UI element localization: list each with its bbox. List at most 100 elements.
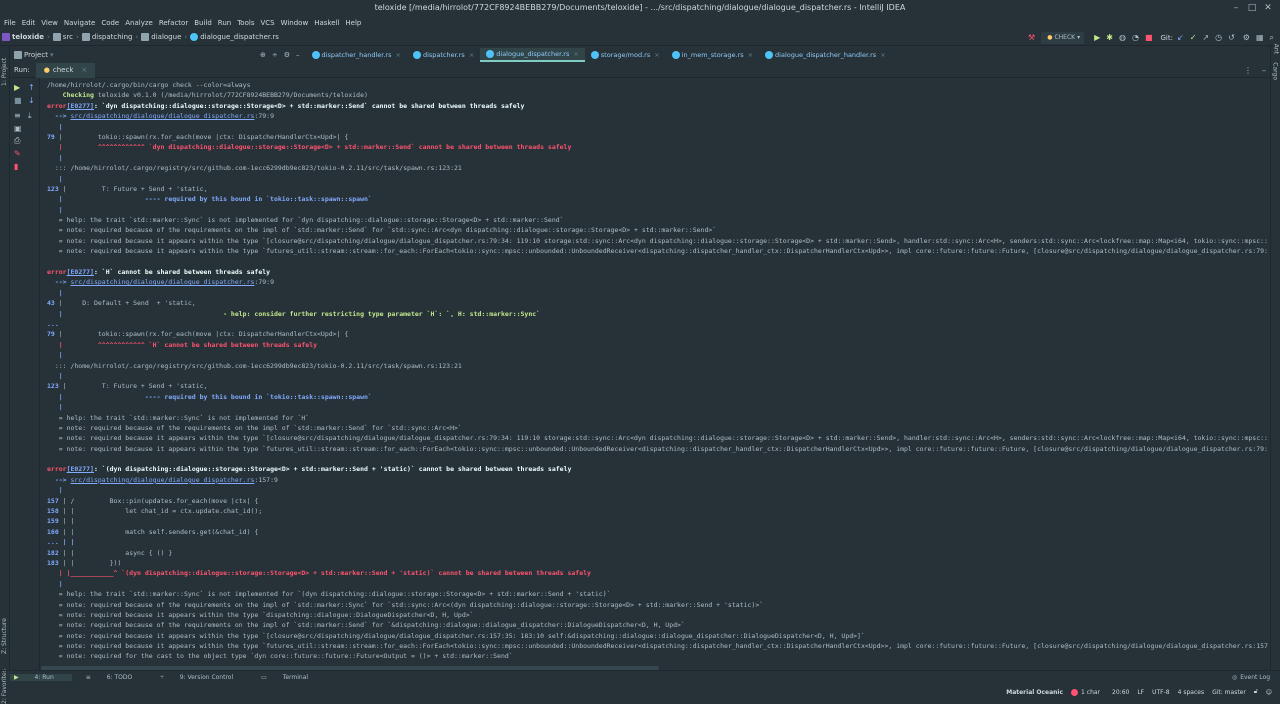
close-tab-icon[interactable]: × <box>654 48 659 62</box>
collapse-icon[interactable]: ÷ <box>272 51 278 59</box>
breadcrumb-dispatching[interactable]: dispatching <box>92 33 133 41</box>
menu-tools[interactable]: Tools <box>237 19 254 27</box>
console-line: 79 | tokio::spawn(rx.for_each(move |ctx:… <box>47 132 349 141</box>
line-separator[interactable]: LF <box>1137 689 1144 696</box>
gear-icon[interactable]: ⚙ <box>284 51 290 59</box>
breadcrumb-separator: › <box>135 33 139 41</box>
close-tab-icon[interactable]: × <box>469 48 474 62</box>
bottom-tab-todo[interactable]: ≡ 6: TODO <box>86 674 146 681</box>
scroll-up-icon[interactable]: ↑ <box>28 83 35 92</box>
console-line: ... <box>47 319 59 328</box>
git-branch[interactable]: Git: master <box>1212 689 1246 696</box>
editor-tab[interactable]: storage/mod.rs × <box>585 48 666 62</box>
scroll-to-end-icon[interactable]: ⤓ <box>28 111 32 121</box>
wrench-icon[interactable]: ⚙ <box>1243 33 1250 42</box>
menu-edit[interactable]: Edit <box>22 19 36 27</box>
close-tab-icon[interactable]: × <box>395 48 400 62</box>
hammer-icon[interactable]: ⚒ <box>1028 33 1035 42</box>
pin-icon[interactable]: ✎ <box>14 149 21 158</box>
breadcrumb-dialogue[interactable]: dialogue <box>151 33 181 41</box>
locate-icon[interactable]: ⊕ <box>260 51 266 59</box>
layout-icon[interactable]: ▣ <box>14 124 22 133</box>
print-icon[interactable]: ⎙ <box>14 136 20 146</box>
breadcrumb-file[interactable]: dialogue_dispatcher.rs <box>200 33 279 41</box>
maximize-icon[interactable]: □ <box>1246 2 1258 14</box>
debug-icon[interactable]: ✱ <box>1106 33 1113 42</box>
source-link[interactable]: src/dispatching/dialogue/dialogue_dispat… <box>70 112 254 120</box>
menu-view[interactable]: View <box>41 19 58 27</box>
trash-icon[interactable]: ▮ <box>14 162 18 171</box>
minimize-panel-icon[interactable]: – <box>1262 66 1266 75</box>
ant-tool-button[interactable]: Ant <box>1272 44 1279 54</box>
cargo-tool-button[interactable]: Cargo <box>1272 62 1279 80</box>
git-commit-icon[interactable]: ✓ <box>1190 33 1197 42</box>
source-link[interactable]: src/dispatching/dialogue/dialogue_dispat… <box>70 476 254 484</box>
close-tab-icon[interactable]: × <box>880 48 885 62</box>
close-tab-icon[interactable]: × <box>748 48 753 62</box>
project-tool-button[interactable]: 1: Project <box>1 58 8 86</box>
editor-tab[interactable]: dispatcher_handler.rs × <box>306 48 407 62</box>
right-tool-strip: Ant Cargo <box>1270 44 1280 670</box>
bottom-tab-terminal[interactable]: ▭ Terminal <box>261 674 322 681</box>
close-tab-icon[interactable]: × <box>573 47 578 61</box>
console-line: = note: required because it appears with… <box>47 444 1268 453</box>
history-icon[interactable]: ◷ <box>1215 33 1222 42</box>
run-tab-check[interactable]: ● check × <box>35 62 96 78</box>
soft-wrap-icon[interactable]: ≡ <box>14 111 21 120</box>
close-icon[interactable]: ✕ <box>1262 2 1274 14</box>
bottom-tab-vcs[interactable]: ⑂ 9: Version Control <box>160 674 247 681</box>
project-panel-header[interactable]: Project ▾ <box>14 51 254 59</box>
console-line: | - help: consider further restricting t… <box>47 309 541 318</box>
event-log-tab[interactable]: ◎ Event Log <box>1232 671 1270 683</box>
coverage-icon[interactable]: ◍ <box>1119 33 1126 42</box>
error-code-link[interactable]: [E0277] <box>67 268 94 276</box>
bottom-tab-run[interactable]: ▶ 4: Run <box>10 673 72 681</box>
breadcrumb-src[interactable]: src <box>63 33 73 41</box>
close-tab-icon[interactable]: × <box>81 63 87 78</box>
stop-icon[interactable]: ■ <box>14 96 22 105</box>
editor-tab[interactable]: dialogue_dispatcher_handler.rs × <box>759 48 892 62</box>
menu-help[interactable]: Help <box>345 19 361 27</box>
source-link[interactable]: src/dispatching/dialogue/dialogue_dispat… <box>70 278 254 286</box>
more-icon[interactable]: ⋮ <box>1244 66 1252 75</box>
menu-window[interactable]: Window <box>281 19 309 27</box>
menu-vcs[interactable]: VCS <box>260 19 274 27</box>
menu-file[interactable]: File <box>4 19 16 27</box>
theme-name[interactable]: Material Oceanic <box>1006 689 1063 696</box>
profile-icon[interactable]: ◔ <box>1132 33 1139 42</box>
menu-navigate[interactable]: Navigate <box>64 19 95 27</box>
editor-tab[interactable]: in_mem_storage.rs × <box>666 48 759 62</box>
editor-tab-active[interactable]: dialogue_dispatcher.rs × <box>480 48 585 62</box>
inspector-icon[interactable]: ☺ <box>1266 689 1272 696</box>
rerun-icon[interactable]: ▶ <box>14 83 20 92</box>
git-push-icon[interactable]: ↗ <box>1202 33 1209 42</box>
menu-run[interactable]: Run <box>218 19 231 27</box>
indent-setting[interactable]: 4 spaces <box>1178 689 1204 696</box>
menu-haskell[interactable]: Haskell <box>314 19 339 27</box>
scroll-down-icon[interactable]: ↓ <box>28 96 35 105</box>
file-encoding[interactable]: UTF-8 <box>1152 689 1170 696</box>
console-output[interactable]: /home/hirrolot/.cargo/bin/cargo check --… <box>41 78 1268 666</box>
menu-analyze[interactable]: Analyze <box>125 19 153 27</box>
hide-icon[interactable]: – <box>296 51 300 59</box>
run-config-selector[interactable]: ● CHECK ▾ <box>1041 31 1085 44</box>
stop-icon[interactable]: ■ <box>1145 33 1153 42</box>
error-indicator-icon[interactable] <box>1071 688 1079 696</box>
rollback-icon[interactable]: ↺ <box>1228 33 1235 42</box>
editor-tab[interactable]: dispatcher.rs × <box>407 48 480 62</box>
lock-icon[interactable]: 🔓︎ <box>1254 688 1258 696</box>
menu-build[interactable]: Build <box>194 19 212 27</box>
structure-tool-button[interactable]: Z: Structure <box>1 618 8 654</box>
breadcrumb-project[interactable]: teloxide <box>12 33 44 41</box>
error-code-link[interactable]: [E0277] <box>67 465 94 473</box>
minimize-icon[interactable]: – <box>1230 2 1242 14</box>
search-everywhere-icon[interactable]: ⌕ <box>1270 33 1274 43</box>
run-icon[interactable]: ▶ <box>1094 33 1100 42</box>
menu-refactor[interactable]: Refactor <box>159 19 188 27</box>
project-structure-icon[interactable]: ▦ <box>1256 33 1264 42</box>
error-code-link[interactable]: [E0277] <box>67 102 94 110</box>
console-line: ... | | <box>47 538 75 547</box>
menu-code[interactable]: Code <box>101 19 119 27</box>
git-update-icon[interactable]: ↙ <box>1177 33 1184 42</box>
caret-position[interactable]: 20:60 <box>1112 689 1129 696</box>
